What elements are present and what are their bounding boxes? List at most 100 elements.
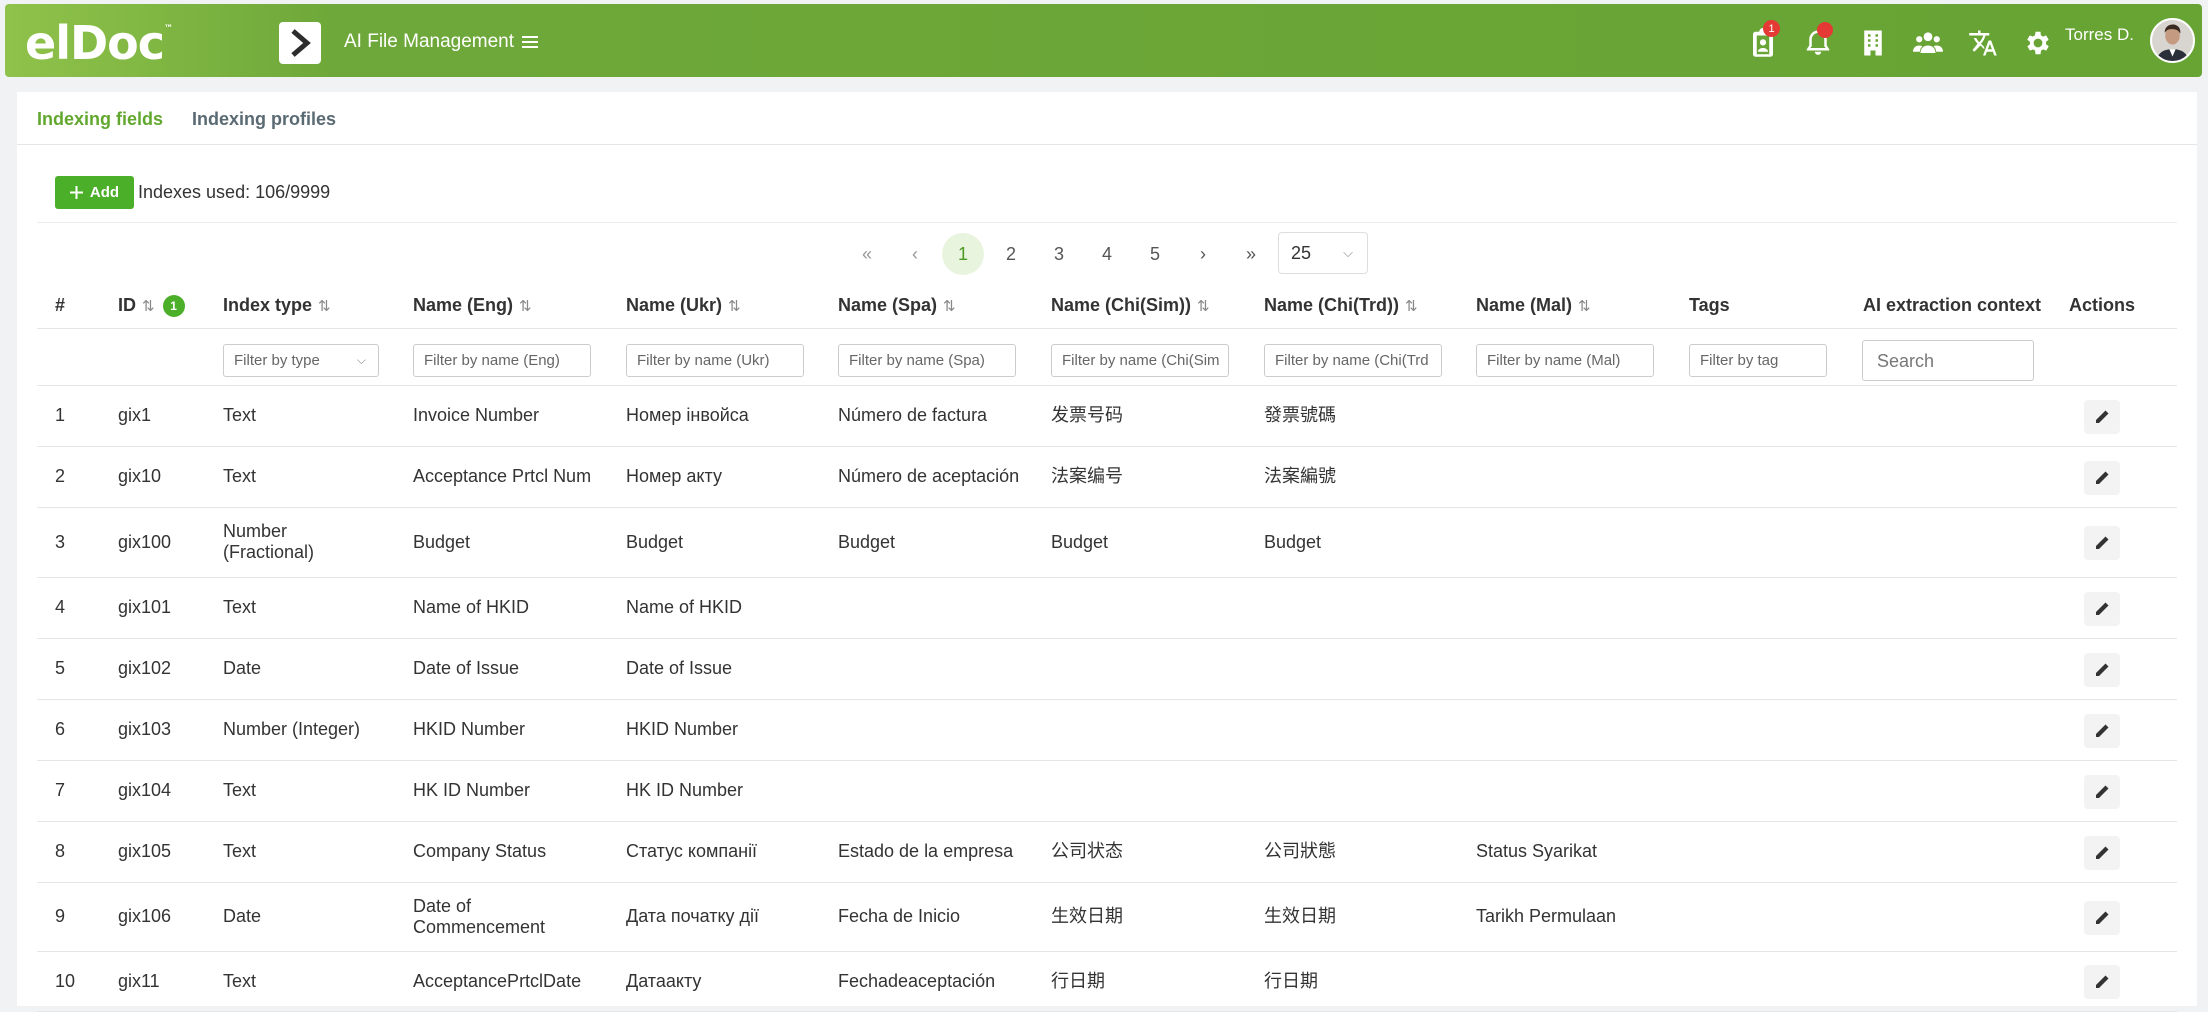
notifications-button[interactable]	[1790, 22, 1845, 64]
col-name-spa[interactable]: Name (Spa) ⇅	[838, 295, 956, 316]
col-id[interactable]: ID ⇅ 1	[118, 295, 185, 318]
col-tags: Tags	[1689, 295, 1730, 315]
app-title-menu[interactable]: AI File Management	[344, 31, 539, 53]
col-index-type-label: Index type	[223, 295, 313, 315]
row-name-chi-sim: 发票号码	[1051, 405, 1123, 425]
row-name-chi-trd: 生效日期	[1264, 906, 1336, 926]
sort-icon: ⇅	[318, 298, 331, 315]
sort-icon: ⇅	[943, 298, 956, 315]
row-num: 6	[55, 719, 66, 739]
table-row[interactable]: 9 gix106 Date Date of Commencement Дата почат…	[37, 883, 2177, 952]
page-size-value: 25	[1291, 243, 1312, 263]
filter-tag-input[interactable]: Filter by tag	[1689, 344, 1827, 377]
tab-indexing-profiles[interactable]: Indexing profiles	[192, 109, 336, 130]
table-row[interactable]: 3 gix100 Number (Fractional) Budget Budget Bud…	[37, 508, 2177, 578]
filter-name-eng-input[interactable]: Filter by name (Eng)	[413, 344, 591, 377]
row-name-chi-trd: Budget	[1264, 532, 1322, 552]
row-name-eng: Invoice Number	[413, 405, 540, 425]
row-index-type: Text	[223, 597, 257, 617]
edit-button[interactable]	[2084, 461, 2120, 495]
page-5-button[interactable]: 5	[1134, 233, 1176, 275]
row-index-type: Text	[223, 841, 257, 861]
page-1-button[interactable]: 1	[942, 233, 984, 275]
users-icon	[1912, 32, 1943, 53]
col-name-mal[interactable]: Name (Mal) ⇅	[1476, 295, 1591, 316]
row-num: 2	[55, 466, 66, 486]
row-id: gix100	[118, 532, 172, 552]
table-row[interactable]: 7 gix104 Text HK ID Number HK ID Number	[37, 761, 2177, 822]
filter-name-chi-sim-input[interactable]: Filter by name (Chi(Sim	[1051, 344, 1229, 377]
table-row[interactable]: 8 gix105 Text Company Status Статус компанії…	[37, 822, 2177, 883]
sidebar-toggle-button[interactable]	[279, 22, 321, 64]
page-3-button[interactable]: 3	[1038, 233, 1080, 275]
pencil-icon	[2096, 846, 2109, 859]
eldoc-logo[interactable]: elDoc™	[25, 16, 173, 70]
row-num: 4	[55, 597, 66, 617]
pencil-icon	[2096, 785, 2109, 798]
col-name-eng[interactable]: Name (Eng) ⇅	[413, 295, 532, 316]
table-row[interactable]: 6 gix103 Number (Integer) HKID Number HKID N…	[37, 700, 2177, 761]
row-name-ukr: HK ID Number	[626, 780, 744, 800]
last-page-button[interactable]: »	[1230, 233, 1272, 275]
chevron-down-icon: ⌵	[356, 353, 366, 367]
row-id: gix103	[118, 719, 172, 739]
next-page-button[interactable]: ›	[1182, 233, 1224, 275]
row-id: gix10	[118, 466, 162, 486]
edit-button[interactable]	[2084, 653, 2120, 687]
row-name-eng: Date of	[413, 896, 472, 916]
edit-button[interactable]	[2084, 901, 2120, 935]
filter-name-mal-input[interactable]: Filter by name (Mal)	[1476, 344, 1654, 377]
edit-button[interactable]	[2084, 592, 2120, 626]
pencil-icon	[2096, 471, 2109, 484]
page-4-button[interactable]: 4	[1086, 233, 1128, 275]
row-name-chi-sim: 法案编号	[1051, 466, 1123, 486]
col-index-type[interactable]: Index type ⇅	[223, 295, 331, 316]
row-id: gix105	[118, 841, 172, 861]
translate-icon	[1968, 30, 1997, 56]
avatar[interactable]	[2150, 18, 2195, 63]
table-header: # ID ⇅ 1 Index type ⇅ Name (Eng) ⇅ Name (Ukr…	[37, 284, 2177, 329]
first-page-button[interactable]: «	[846, 233, 888, 275]
user-name[interactable]: Torres D.	[2065, 25, 2134, 45]
row-name-eng: Name of HKID	[413, 597, 530, 617]
row-num: 3	[55, 532, 66, 552]
chevron-down-icon: ⌵	[1343, 245, 1353, 260]
settings-button[interactable]	[2010, 22, 2065, 64]
col-name-chi-sim[interactable]: Name (Chi(Sim)) ⇅	[1051, 295, 1210, 316]
filter-name-ukr-input[interactable]: Filter by name (Ukr)	[626, 344, 804, 377]
prev-page-button[interactable]: ‹	[894, 233, 936, 275]
row-index-type: Text	[223, 466, 257, 486]
edit-button[interactable]	[2084, 400, 2120, 434]
filter-type-select[interactable]: Filter by type ⌵	[223, 344, 379, 377]
row-name-eng: Budget	[413, 532, 471, 552]
row-name-ukr: Номер інвойса	[626, 405, 749, 425]
row-index-type: Date	[223, 658, 262, 678]
table-row[interactable]: 4 gix101 Text Name of HKID Name of HKID	[37, 578, 2177, 639]
table-row[interactable]: 1 gix1 Text Invoice Number Номер інвойса Núme…	[37, 386, 2177, 447]
edit-button[interactable]	[2084, 836, 2120, 870]
organization-button[interactable]	[1845, 22, 1900, 64]
row-name-spa: Número de aceptación	[838, 466, 1020, 486]
search-input[interactable]: Search	[1862, 340, 2034, 381]
users-button[interactable]	[1900, 22, 1955, 64]
edit-button[interactable]	[2084, 965, 2120, 999]
table-row[interactable]: 5 gix102 Date Date of Issue Date of Issue	[37, 639, 2177, 700]
add-button[interactable]: Add	[55, 176, 134, 209]
table-row[interactable]: 2 gix10 Text Acceptance Prtcl Num Номер акту…	[37, 447, 2177, 508]
tasks-button[interactable]: 1	[1735, 20, 1790, 64]
col-name-ukr[interactable]: Name (Ukr) ⇅	[626, 295, 741, 316]
col-name-chi-trd[interactable]: Name (Chi(Trd)) ⇅	[1264, 295, 1418, 316]
page-size-select[interactable]: 25 ⌵	[1278, 232, 1368, 274]
row-name-eng: HK ID Number	[413, 780, 531, 800]
language-button[interactable]	[1955, 22, 2010, 64]
table-row[interactable]: 10 gix11 Text AcceptancePrtclDate Датаакту Fe…	[37, 952, 2177, 1012]
edit-button[interactable]	[2084, 526, 2120, 560]
row-index-type: Date	[223, 906, 262, 926]
tab-indexing-fields[interactable]: Indexing fields	[37, 109, 163, 130]
edit-button[interactable]	[2084, 714, 2120, 748]
row-num: 7	[55, 780, 66, 800]
page-2-button[interactable]: 2	[990, 233, 1032, 275]
filter-name-spa-input[interactable]: Filter by name (Spa)	[838, 344, 1016, 377]
edit-button[interactable]	[2084, 775, 2120, 809]
filter-name-chi-trd-input[interactable]: Filter by name (Chi(Trd	[1264, 344, 1442, 377]
